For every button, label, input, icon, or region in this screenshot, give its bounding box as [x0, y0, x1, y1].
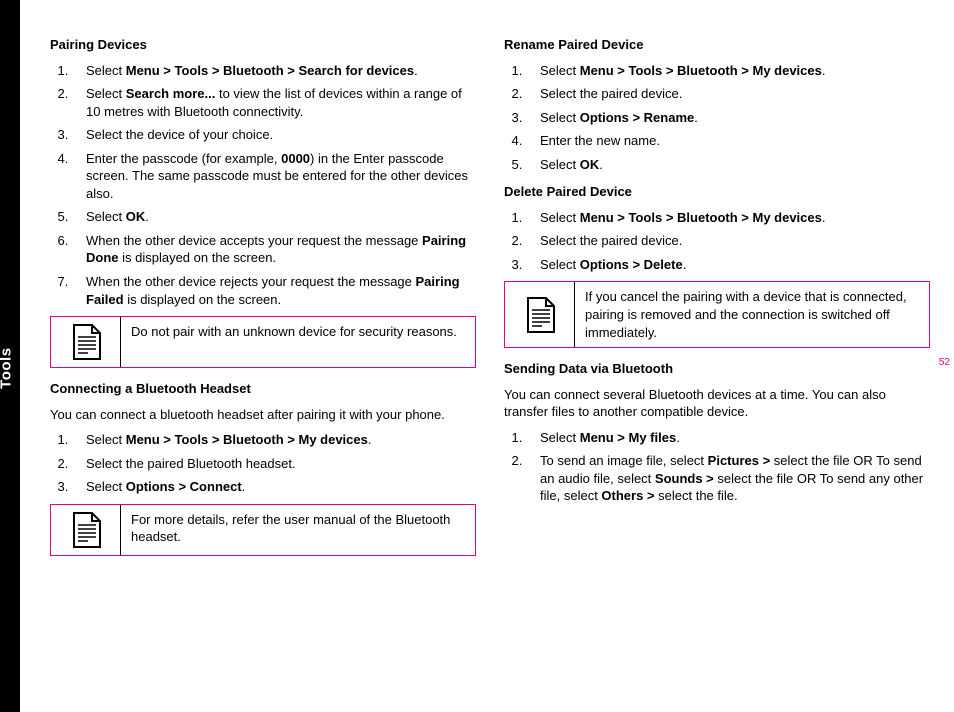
list-item: Select Options > Connect.	[72, 478, 476, 496]
heading-sending-data: Sending Data via Bluetooth	[504, 360, 930, 378]
list-item: Select Menu > Tools > Bluetooth > Search…	[72, 62, 476, 80]
list-item: When the other device rejects your reque…	[72, 273, 476, 308]
list-item: Select the paired device.	[526, 85, 930, 103]
para-sending-data: You can connect several Bluetooth device…	[504, 386, 930, 421]
list-item: Select the device of your choice.	[72, 126, 476, 144]
note-icon-cell	[51, 505, 121, 555]
list-item: Enter the passcode (for example, 0000) i…	[72, 150, 476, 203]
note-text: For more details, refer the user manual …	[121, 505, 475, 555]
page-number: 52	[939, 356, 950, 370]
heading-pairing-devices: Pairing Devices	[50, 36, 476, 54]
right-column: Rename Paired Device Select Menu > Tools…	[504, 36, 930, 688]
sidebar: Tools	[0, 0, 20, 712]
list-item: When the other device accepts your reque…	[72, 232, 476, 267]
sending-steps: Select Menu > My files. To send an image …	[504, 429, 930, 505]
list-item: Select Menu > Tools > Bluetooth > My dev…	[72, 431, 476, 449]
note-cancel-pairing: If you cancel the pairing with a device …	[504, 281, 930, 348]
heading-rename: Rename Paired Device	[504, 36, 930, 54]
rename-steps: Select Menu > Tools > Bluetooth > My dev…	[504, 62, 930, 174]
note-icon	[70, 511, 102, 549]
note-text: Do not pair with an unknown device for s…	[121, 317, 475, 367]
pairing-steps: Select Menu > Tools > Bluetooth > Search…	[50, 62, 476, 309]
list-item: Select the paired Bluetooth headset.	[72, 455, 476, 473]
note-icon-cell	[505, 282, 575, 347]
content: Pairing Devices Select Menu > Tools > Bl…	[50, 36, 930, 688]
left-column: Pairing Devices Select Menu > Tools > Bl…	[50, 36, 476, 688]
note-icon-cell	[51, 317, 121, 367]
list-item: To send an image file, select Pictures >…	[526, 452, 930, 505]
list-item: Select Menu > My files.	[526, 429, 930, 447]
note-headset-manual: For more details, refer the user manual …	[50, 504, 476, 556]
delete-steps: Select Menu > Tools > Bluetooth > My dev…	[504, 209, 930, 274]
headset-steps: Select Menu > Tools > Bluetooth > My dev…	[50, 431, 476, 496]
list-item: Enter the new name.	[526, 132, 930, 150]
list-item: Select the paired device.	[526, 232, 930, 250]
note-icon	[524, 296, 556, 334]
heading-connecting-headset: Connecting a Bluetooth Headset	[50, 380, 476, 398]
list-item: Select Menu > Tools > Bluetooth > My dev…	[526, 62, 930, 80]
para-headset: You can connect a bluetooth headset afte…	[50, 406, 476, 424]
list-item: Select OK.	[72, 208, 476, 226]
list-item: Select OK.	[526, 156, 930, 174]
list-item: Select Options > Delete.	[526, 256, 930, 274]
note-security: Do not pair with an unknown device for s…	[50, 316, 476, 368]
list-item: Select Search more... to view the list o…	[72, 85, 476, 120]
sidebar-label: Tools	[0, 347, 17, 388]
note-icon	[70, 323, 102, 361]
list-item: Select Options > Rename.	[526, 109, 930, 127]
heading-delete: Delete Paired Device	[504, 183, 930, 201]
list-item: Select Menu > Tools > Bluetooth > My dev…	[526, 209, 930, 227]
note-text: If you cancel the pairing with a device …	[575, 282, 929, 347]
